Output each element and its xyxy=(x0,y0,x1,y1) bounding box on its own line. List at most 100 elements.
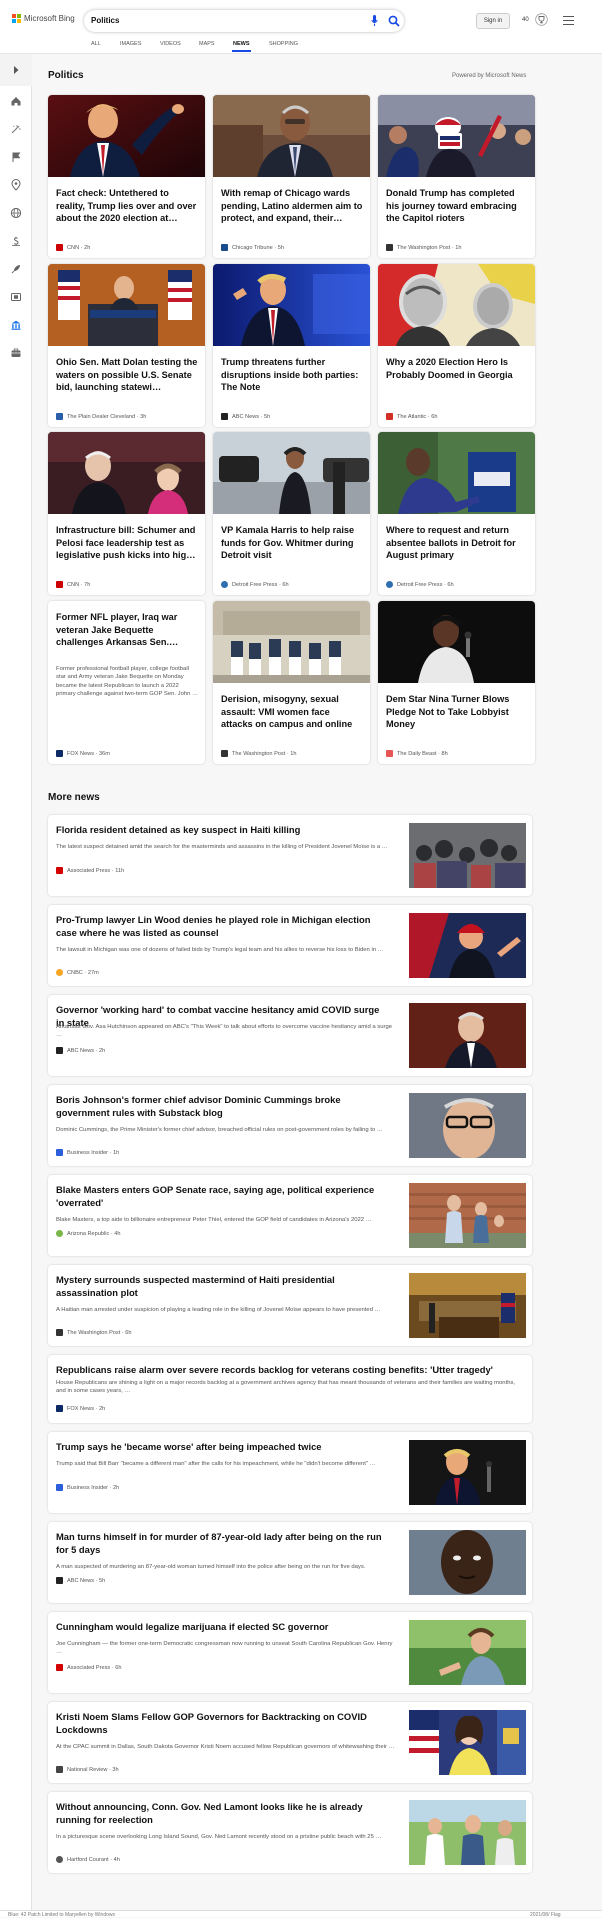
card-title[interactable]: With remap of Chicago wards pending, Lat… xyxy=(221,187,363,225)
search-icon[interactable] xyxy=(388,15,400,27)
politics-building-icon[interactable] xyxy=(10,319,22,331)
tab-images[interactable]: IMAGES xyxy=(120,41,141,47)
news-source[interactable]: Hartford Courant · 4h xyxy=(56,1856,120,1863)
card-source[interactable]: The Plain Dealer Cleveland · 3h xyxy=(56,413,146,420)
card-title[interactable]: Ohio Sen. Matt Dolan testing the waters … xyxy=(56,356,198,394)
card-title[interactable]: Infrastructure bill: Schumer and Pelosi … xyxy=(56,524,198,562)
news-title[interactable]: Blake Masters enters GOP Senate race, sa… xyxy=(56,1183,386,1209)
news-source[interactable]: FOX News · 2h xyxy=(56,1405,105,1412)
card-title[interactable]: Trump threatens further disruptions insi… xyxy=(221,356,363,394)
news-list-item[interactable]: Without announcing, Conn. Gov. Ned Lamon… xyxy=(48,1792,532,1873)
money-icon[interactable] xyxy=(10,235,22,247)
news-card[interactable]: Fact check: Untethered to reality, Trump… xyxy=(48,95,205,258)
news-title[interactable]: Pro-Trump lawyer Lin Wood denies he play… xyxy=(56,913,386,939)
briefcase-icon[interactable] xyxy=(10,347,22,359)
news-title[interactable]: Republicans raise alarm over severe reco… xyxy=(56,1363,516,1376)
news-card[interactable]: Infrastructure bill: Schumer and Pelosi … xyxy=(48,432,205,595)
card-title[interactable]: Where to request and return absentee bal… xyxy=(386,524,528,562)
menu-icon[interactable] xyxy=(563,16,574,25)
tab-shopping[interactable]: SHOPPING xyxy=(269,41,298,47)
card-title[interactable]: Dem Star Nina Turner Blows Pledge Not to… xyxy=(386,693,528,731)
news-card[interactable]: Trump threatens further disruptions insi… xyxy=(213,264,370,427)
tab-news[interactable]: NEWS xyxy=(232,41,250,52)
card-source[interactable]: CNN · 7h xyxy=(56,581,90,588)
news-card[interactable]: Where to request and return absentee bal… xyxy=(378,432,535,595)
science-rocket-icon[interactable] xyxy=(10,263,22,275)
card-source[interactable]: The Washington Post · 1h xyxy=(386,244,462,251)
film-icon[interactable] xyxy=(10,291,22,303)
news-list-item[interactable]: Kristi Noem Slams Fellow GOP Governors f… xyxy=(48,1702,532,1783)
card-source[interactable]: FOX News · 36m xyxy=(56,750,110,757)
news-list-item[interactable]: Mystery surrounds suspected mastermind o… xyxy=(48,1265,532,1346)
news-title[interactable]: Man turns himself in for murder of 87-ye… xyxy=(56,1530,386,1556)
news-source[interactable]: CNBC · 27m xyxy=(56,969,99,976)
home-icon[interactable] xyxy=(10,95,22,107)
news-source[interactable]: Business Insider · 2h xyxy=(56,1484,119,1491)
card-title[interactable]: Derision, misogyny, sexual assault: VMI … xyxy=(221,693,363,731)
news-list-item[interactable]: Blake Masters enters GOP Senate race, sa… xyxy=(48,1175,532,1256)
news-card[interactable]: VP Kamala Harris to help raise funds for… xyxy=(213,432,370,595)
card-source[interactable]: The Daily Beast · 8h xyxy=(386,750,448,757)
card-source[interactable]: The Atlantic · 6h xyxy=(386,413,437,420)
flag-icon[interactable] xyxy=(10,151,22,163)
news-list-item[interactable]: Boris Johnson's former chief advisor Dom… xyxy=(48,1085,532,1166)
news-list-item[interactable]: Governor 'working hard' to combat vaccin… xyxy=(48,995,532,1076)
search-input[interactable]: Politics xyxy=(91,16,119,25)
microphone-icon[interactable] xyxy=(371,15,378,27)
news-list-item[interactable]: Pro-Trump lawyer Lin Wood denies he play… xyxy=(48,905,532,986)
card-source[interactable]: ABC News · 5h xyxy=(221,413,270,420)
powered-by-label[interactable]: Powered by Microsoft News xyxy=(452,73,526,79)
news-source[interactable]: ABC News · 5h xyxy=(56,1577,105,1584)
rewards-trophy-icon[interactable] xyxy=(535,13,548,26)
news-source[interactable]: Business Insider · 1h xyxy=(56,1149,119,1156)
ai-sparkle-icon[interactable] xyxy=(10,123,22,135)
news-list-item[interactable]: Man turns himself in for murder of 87-ye… xyxy=(48,1522,532,1603)
card-source[interactable]: CNN · 2h xyxy=(56,244,90,251)
card-source[interactable]: Detroit Free Press · 6h xyxy=(221,581,289,588)
news-card[interactable]: Ohio Sen. Matt Dolan testing the waters … xyxy=(48,264,205,427)
tab-all[interactable]: ALL xyxy=(91,41,101,47)
card-source[interactable]: Chicago Tribune · 5h xyxy=(221,244,284,251)
news-source[interactable]: National Review · 3h xyxy=(56,1766,119,1773)
news-card[interactable]: Dem Star Nina Turner Blows Pledge Not to… xyxy=(378,601,535,764)
news-list-item[interactable]: Republicans raise alarm over severe reco… xyxy=(48,1355,532,1423)
card-title[interactable]: VP Kamala Harris to help raise funds for… xyxy=(221,524,363,562)
news-title[interactable]: Cunningham would legalize marijuana if e… xyxy=(56,1620,386,1633)
sign-in-button[interactable]: Sign in xyxy=(476,13,510,29)
card-source[interactable]: Detroit Free Press · 6h xyxy=(386,581,454,588)
news-title[interactable]: Mystery surrounds suspected mastermind o… xyxy=(56,1273,386,1299)
location-pin-icon[interactable] xyxy=(10,179,22,191)
bing-logo[interactable]: Microsoft Bing xyxy=(12,14,75,23)
card-title[interactable]: Donald Trump has completed his journey t… xyxy=(386,187,528,225)
card-source[interactable]: The Washington Post · 1h xyxy=(221,750,297,757)
tab-videos[interactable]: VIDEOS xyxy=(160,41,181,47)
news-card[interactable]: Donald Trump has completed his journey t… xyxy=(378,95,535,258)
card-title[interactable]: Fact check: Untethered to reality, Trump… xyxy=(56,187,198,225)
news-list-item[interactable]: Florida resident detained as key suspect… xyxy=(48,815,532,896)
news-card[interactable]: Why a 2020 Election Hero Is Probably Doo… xyxy=(378,264,535,427)
news-title[interactable]: Florida resident detained as key suspect… xyxy=(56,823,386,836)
news-source[interactable]: Arizona Republic · 4h xyxy=(56,1230,121,1237)
globe-icon[interactable] xyxy=(10,207,22,219)
news-title[interactable]: Kristi Noem Slams Fellow GOP Governors f… xyxy=(56,1710,386,1736)
card-title[interactable]: Why a 2020 Election Hero Is Probably Doo… xyxy=(386,356,528,381)
news-list-item[interactable]: Trump says he 'became worse' after being… xyxy=(48,1432,532,1513)
news-source[interactable]: ABC News · 2h xyxy=(56,1047,105,1054)
rail-expand-button[interactable] xyxy=(0,54,32,86)
search-box[interactable]: Politics xyxy=(84,10,404,32)
card-title[interactable]: Former NFL player, Iraq war veteran Jake… xyxy=(56,611,198,649)
news-title[interactable]: Without announcing, Conn. Gov. Ned Lamon… xyxy=(56,1800,386,1826)
news-source[interactable]: Associated Press · 6h xyxy=(56,1664,121,1671)
publish-time: 1h xyxy=(290,750,297,757)
news-card[interactable]: With remap of Chicago wards pending, Lat… xyxy=(213,95,370,258)
news-card[interactable]: Derision, misogyny, sexual assault: VMI … xyxy=(213,601,370,764)
news-card[interactable]: Former NFL player, Iraq war veteran Jake… xyxy=(48,601,205,764)
rewards-points[interactable]: 40 xyxy=(522,17,529,23)
news-source[interactable]: The Washington Post · 6h xyxy=(56,1329,132,1336)
news-title[interactable]: Boris Johnson's former chief advisor Dom… xyxy=(56,1093,386,1119)
news-source[interactable]: Associated Press · 11h xyxy=(56,867,124,874)
expand-chevron-icon[interactable] xyxy=(10,64,22,76)
news-list-item[interactable]: Cunningham would legalize marijuana if e… xyxy=(48,1612,532,1693)
tab-maps[interactable]: MAPS xyxy=(199,41,215,47)
news-title[interactable]: Trump says he 'became worse' after being… xyxy=(56,1440,386,1453)
